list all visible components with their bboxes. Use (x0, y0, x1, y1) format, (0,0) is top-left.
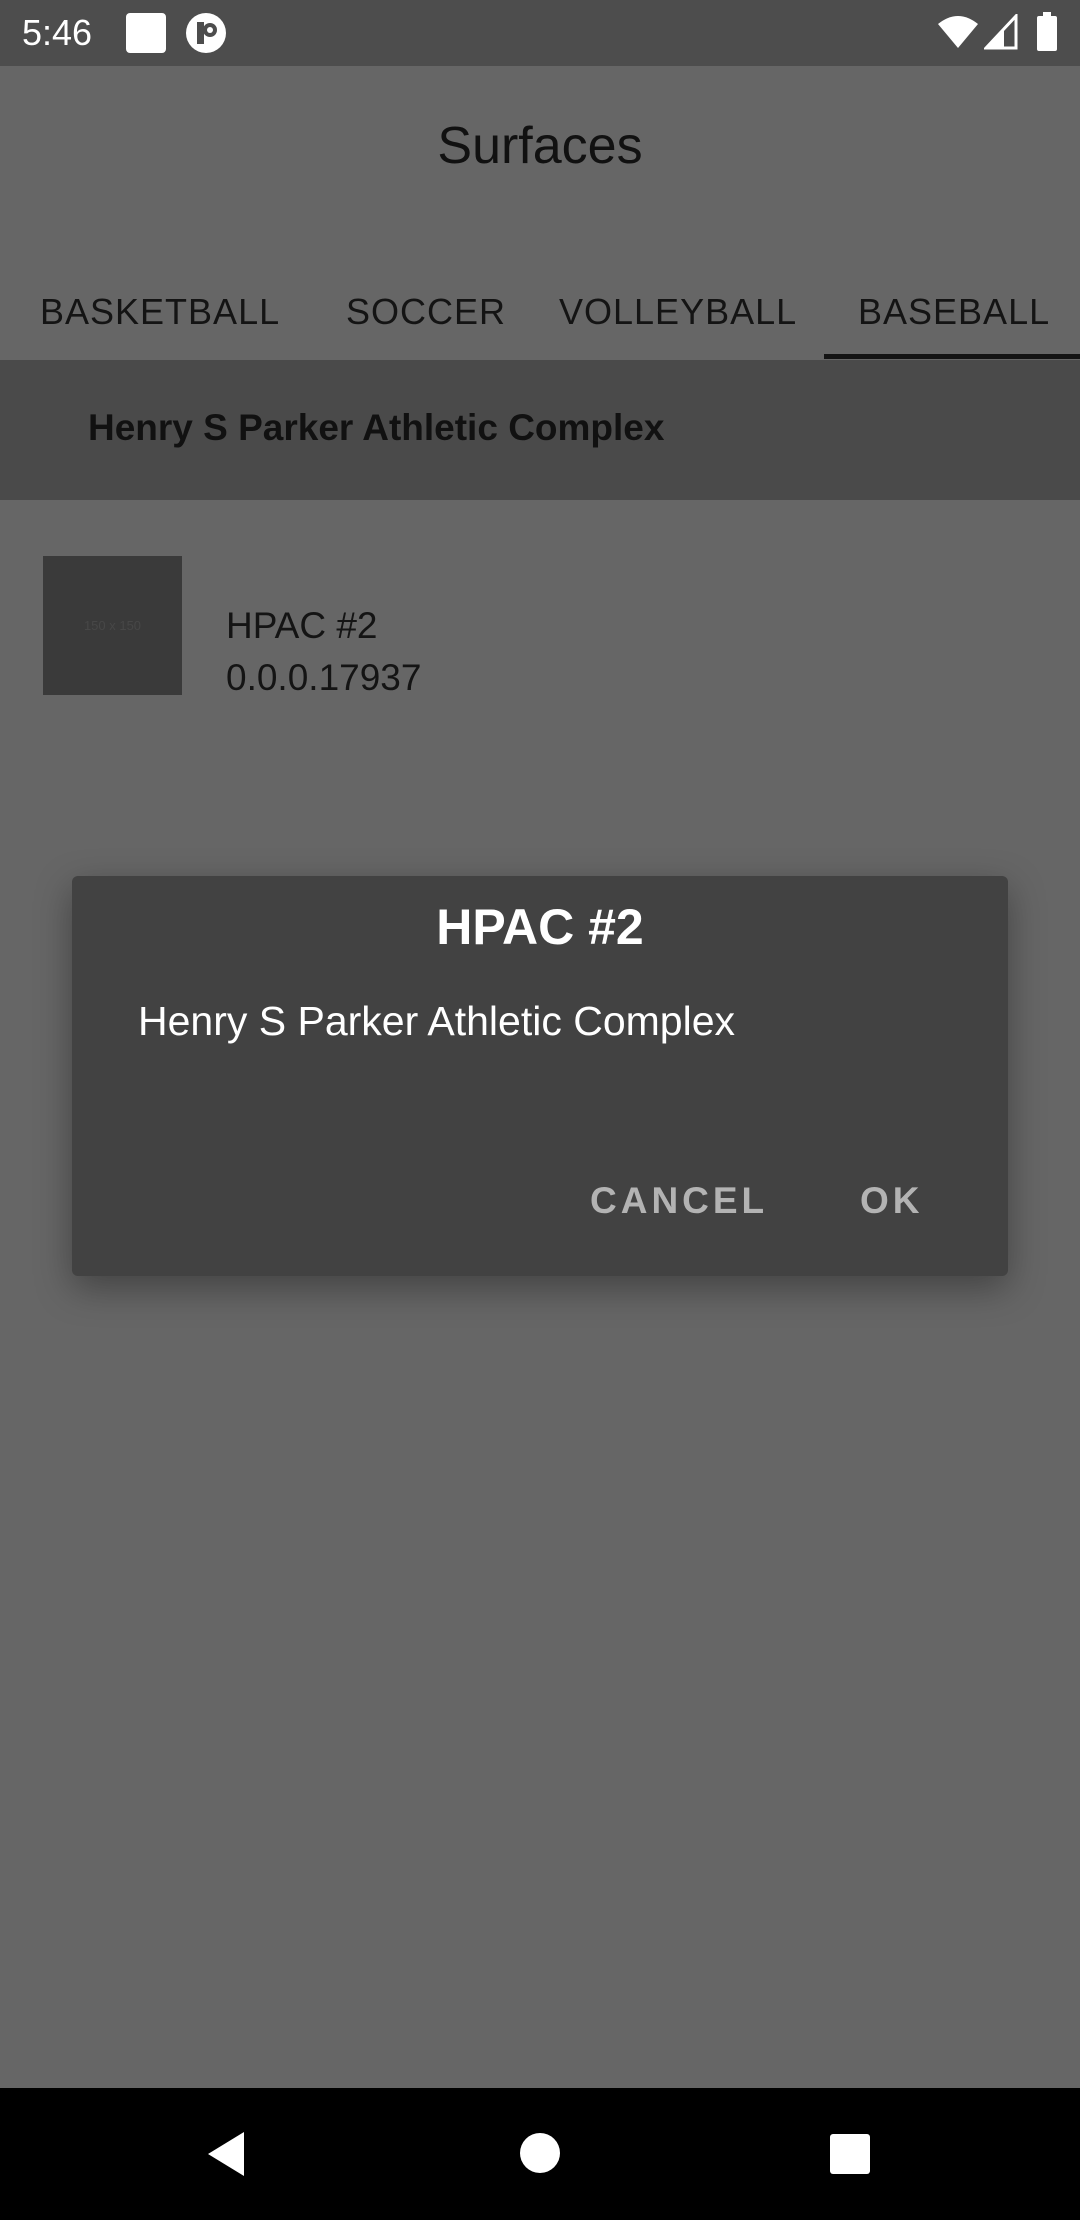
list-item-subtitle: 0.0.0.17937 (226, 657, 422, 698)
battery-icon (1037, 12, 1057, 51)
ok-button[interactable]: OK (860, 1176, 924, 1226)
status-time: 5:46 (22, 12, 93, 53)
page-title: Surfaces (437, 117, 643, 175)
tab-basketball[interactable]: BASKETBALL (40, 272, 280, 358)
dialog-message: Henry S Parker Athletic Complex (138, 998, 736, 1044)
list-item-title: HPAC #2 (226, 605, 378, 646)
wifi-icon (938, 16, 978, 48)
home-icon[interactable] (519, 2132, 561, 2174)
surface-thumbnail: 150 x 150 (43, 556, 182, 695)
tab-soccer[interactable]: SOCCER (346, 272, 506, 358)
tab-baseball[interactable]: BASEBALL (858, 272, 1050, 358)
tab-volleyball[interactable]: VOLLEYBALL (559, 272, 797, 358)
back-icon[interactable] (204, 2130, 248, 2178)
list-item[interactable]: 150 x 150 HPAC #2 0.0.0.17937 (0, 540, 1080, 710)
app-notification-icon (186, 13, 226, 53)
app-bar: Surfaces BASKETBALL SOCCER VOLLEYBALL BA… (0, 66, 1080, 359)
signal-icon (984, 14, 1018, 50)
navigation-bar (0, 2088, 1080, 2220)
status-bar: 5:46 (0, 0, 1080, 66)
selected-tab-indicator (824, 354, 1080, 359)
section-title: Henry S Parker Athletic Complex (88, 407, 665, 448)
recent-apps-icon[interactable] (829, 2133, 871, 2175)
dialog-title: HPAC #2 (436, 899, 644, 955)
alert-dialog: HPAC #2 Henry S Parker Athletic Complex … (72, 876, 1008, 1276)
cancel-button[interactable]: CANCEL (590, 1176, 768, 1226)
notification-icon (126, 13, 166, 53)
section-header: Henry S Parker Athletic Complex (0, 360, 1080, 500)
